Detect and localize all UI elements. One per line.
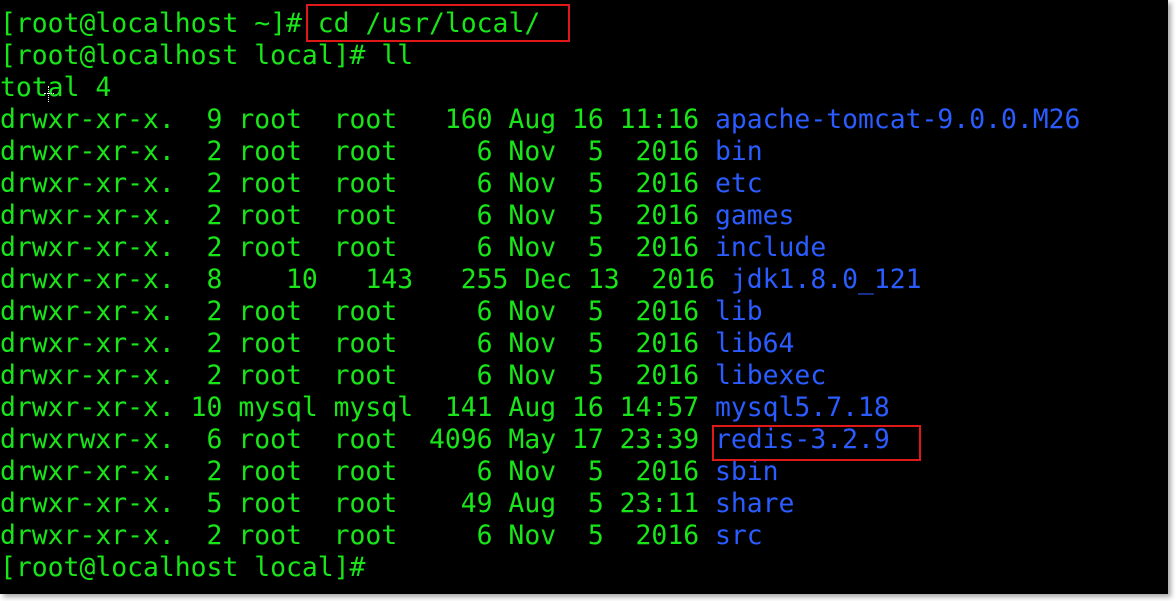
ll-command: [root@localhost local]# ll [0, 40, 414, 71]
listing-row: drwxr-xr-x. 10 mysql mysql 141 Aug 16 14… [0, 392, 890, 424]
shell-prompt-line[interactable]: [root@localhost local]# [0, 552, 365, 584]
terminal-window[interactable]: [root@localhost ~]# cd /usr/local/ [root… [0, 0, 1168, 594]
total-line: total 4 [0, 72, 111, 104]
listing-row: drwxr-xr-x. 9 root root 160 Aug 16 11:16… [0, 104, 1080, 136]
entry-meta: drwxr-xr-x. 2 root root 6 Nov 5 2016 [0, 520, 715, 551]
listing-row: drwxr-xr-x. 5 root root 49 Aug 5 23:11 s… [0, 488, 794, 520]
entry-meta: drwxr-xr-x. 5 root root 49 Aug 5 23:11 [0, 488, 715, 519]
listing-row: drwxr-xr-x. 2 root root 6 Nov 5 2016 sbi… [0, 456, 779, 488]
shell-prompt: [root@localhost ~]# [0, 8, 318, 39]
listing-row: drwxr-xr-x. 2 root root 6 Nov 5 2016 etc [0, 168, 763, 200]
listing-row: drwxr-xr-x. 2 root root 6 Nov 5 2016 lib… [0, 360, 826, 392]
directory-name: bin [714, 136, 763, 167]
redis-highlight [712, 425, 921, 461]
listing-row: drwxr-xr-x. 8 10 143 255 Dec 13 2016 jdk… [0, 264, 922, 296]
directory-name: etc [714, 168, 763, 199]
listing-row: drwxr-xr-x. 2 root root 6 Nov 5 2016 bin [0, 136, 763, 168]
entry-meta: drwxr-xr-x. 2 root root 6 Nov 5 2016 [0, 200, 715, 231]
directory-name: apache-tomcat-9.0.0.M26 [714, 104, 1081, 135]
directory-name: mysql5.7.18 [714, 392, 890, 423]
entry-meta: drwxr-xr-x. 8 10 143 255 Dec 13 2016 [0, 264, 731, 295]
listing-row: drwxr-xr-x. 2 root root 6 Nov 5 2016 inc… [0, 232, 826, 264]
directory-name: src [714, 520, 763, 551]
entry-meta: drwxr-xr-x. 2 root root 6 Nov 5 2016 [0, 232, 715, 263]
entry-meta: drwxrwxr-x. 6 root root 4096 May 17 23:3… [0, 424, 715, 455]
directory-name: lib64 [714, 328, 795, 359]
text-cursor-icon [44, 86, 54, 102]
total-label: total 4 [0, 72, 112, 103]
directory-name: lib [714, 296, 763, 327]
entry-meta: drwxr-xr-x. 2 root root 6 Nov 5 2016 [0, 296, 715, 327]
listing-row: drwxr-xr-x. 2 root root 6 Nov 5 2016 lib [0, 296, 763, 328]
entry-meta: drwxr-xr-x. 9 root root 160 Aug 16 11:16 [0, 104, 715, 135]
shell-prompt: [root@localhost local]# [0, 552, 366, 583]
entry-meta: drwxr-xr-x. 2 root root 6 Nov 5 2016 [0, 456, 715, 487]
directory-name: share [714, 488, 795, 519]
entry-meta: drwxr-xr-x. 2 root root 6 Nov 5 2016 [0, 328, 715, 359]
listing-row: drwxr-xr-x. 2 root root 6 Nov 5 2016 src [0, 520, 763, 552]
directory-name: libexec [714, 360, 827, 391]
entry-meta: drwxr-xr-x. 2 root root 6 Nov 5 2016 [0, 168, 715, 199]
ll-command-line: [root@localhost local]# ll [0, 40, 413, 72]
directory-name: include [714, 232, 827, 263]
directory-name: games [714, 200, 795, 231]
cd-command-highlight [306, 4, 570, 42]
listing-row: drwxr-xr-x. 2 root root 6 Nov 5 2016 lib… [0, 328, 794, 360]
entry-meta: drwxr-xr-x. 10 mysql mysql 141 Aug 16 14… [0, 392, 715, 423]
listing-row: drwxr-xr-x. 2 root root 6 Nov 5 2016 gam… [0, 200, 794, 232]
entry-meta: drwxr-xr-x. 2 root root 6 Nov 5 2016 [0, 136, 715, 167]
entry-meta: drwxr-xr-x. 2 root root 6 Nov 5 2016 [0, 360, 715, 391]
directory-name: jdk1.8.0_121 [730, 264, 922, 295]
